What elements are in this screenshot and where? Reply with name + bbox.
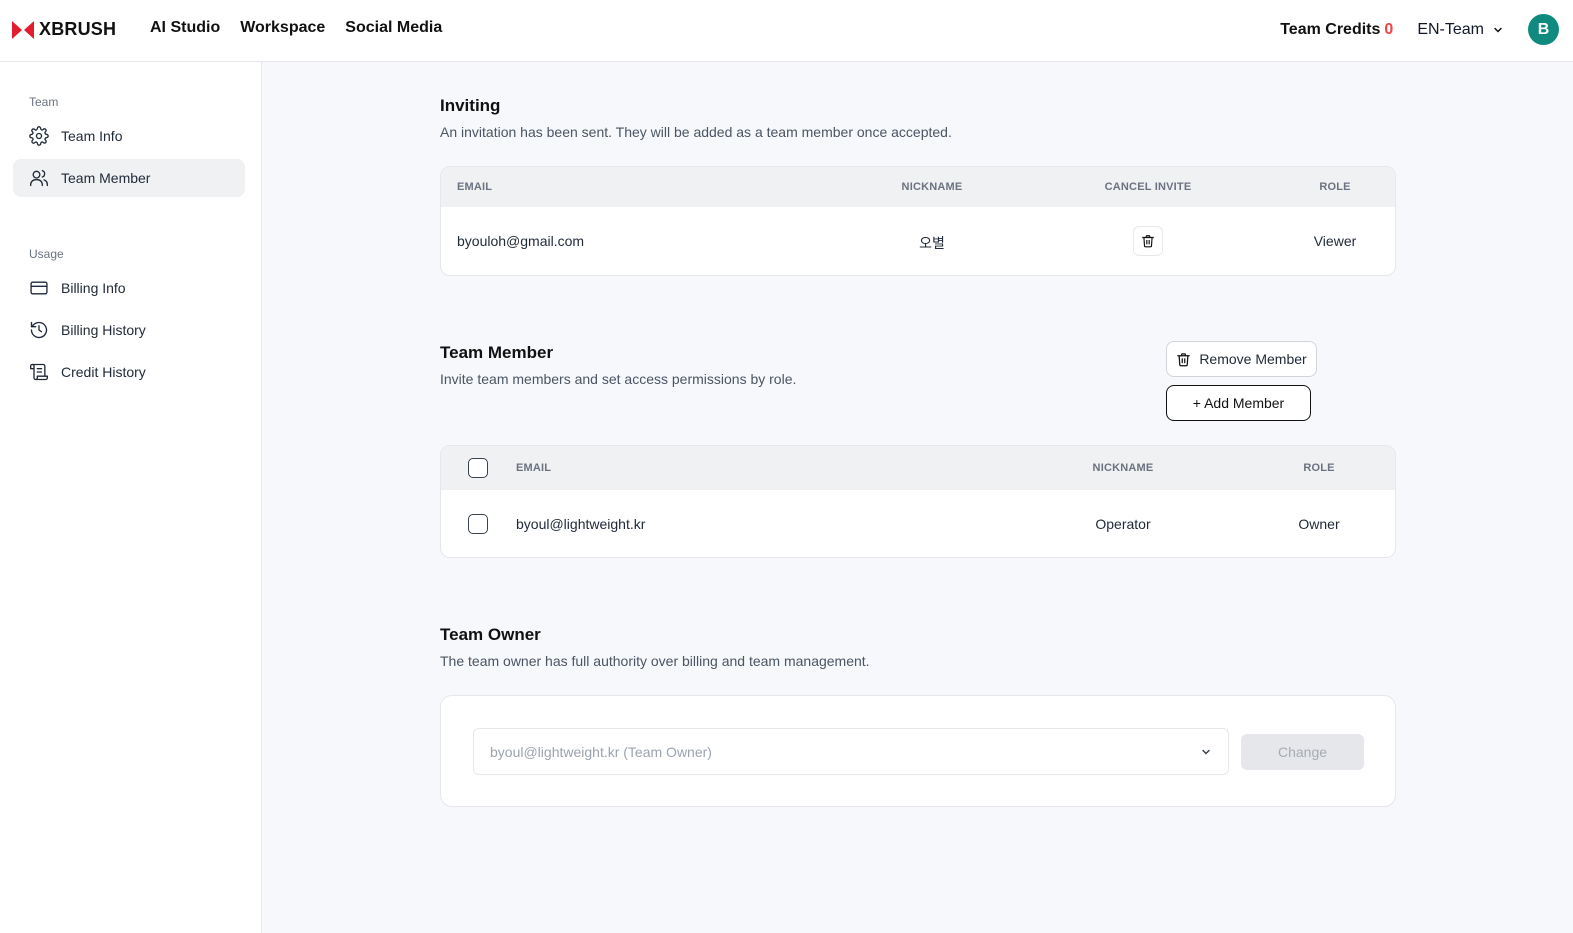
sidebar-item-billing-history[interactable]: Billing History: [13, 311, 245, 349]
team-credits: Team Credits 0: [1280, 21, 1393, 39]
sidebar-group-team: Team: [29, 95, 59, 109]
nav-ai-studio[interactable]: AI Studio: [150, 19, 220, 37]
team-member-description: Invite team members and set access permi…: [440, 371, 797, 387]
table-header: EMAIL NICKNAME ROLE: [441, 446, 1395, 490]
sidebar-item-label: Billing Info: [61, 280, 126, 296]
nav-social-media[interactable]: Social Media: [345, 19, 442, 37]
trash-icon: [1142, 235, 1154, 248]
add-member-button[interactable]: + Add Member: [1166, 385, 1311, 421]
column-email: EMAIL: [457, 181, 493, 193]
remove-member-label: Remove Member: [1199, 351, 1307, 367]
team-member-table: EMAIL NICKNAME ROLE byoul@lightweight.kr…: [440, 445, 1396, 558]
nav-right: Team Credits 0 EN-Team B: [1280, 14, 1559, 45]
sidebar-item-billing-info[interactable]: Billing Info: [13, 269, 245, 307]
team-owner-card: byoul@lightweight.kr (Team Owner) Change: [440, 695, 1396, 807]
sidebar-item-label: Billing History: [61, 322, 146, 338]
member-email: byoul@lightweight.kr: [516, 516, 646, 532]
invite-role: Viewer: [1313, 233, 1357, 249]
inviting-description: An invitation has been sent. They will b…: [440, 124, 952, 140]
team-credits-label: Team Credits: [1280, 20, 1381, 38]
history-icon: [30, 321, 48, 339]
member-nickname: Operator: [1095, 516, 1151, 532]
chevron-down-icon: [1494, 27, 1502, 33]
sidebar-item-label: Team Info: [61, 128, 123, 144]
chevron-down-icon: [1202, 749, 1210, 755]
column-role: ROLE: [1303, 462, 1335, 474]
row-checkbox[interactable]: [468, 514, 488, 534]
trash-icon: [1177, 352, 1191, 366]
sidebar-group-usage: Usage: [29, 247, 64, 261]
brand-logo[interactable]: XBRUSH: [12, 19, 116, 40]
team-name: EN-Team: [1417, 20, 1484, 38]
main-content: Inviting An invitation has been sent. Th…: [262, 62, 1573, 933]
team-owner-description: The team owner has full authority over b…: [440, 653, 870, 669]
scroll-icon: [30, 363, 48, 381]
column-role: ROLE: [1319, 181, 1351, 193]
member-role: Owner: [1298, 516, 1340, 532]
invite-email: byouloh@gmail.com: [457, 233, 585, 249]
main-nav: AI Studio Workspace Social Media: [150, 19, 442, 37]
sidebar-item-team-member[interactable]: Team Member: [13, 159, 245, 197]
users-icon: [30, 170, 49, 187]
team-owner-select[interactable]: byoul@lightweight.kr (Team Owner): [473, 728, 1229, 775]
sidebar-item-label: Credit History: [61, 364, 146, 380]
nav-workspace[interactable]: Workspace: [240, 19, 325, 37]
team-credits-value: 0: [1384, 20, 1394, 38]
team-owner-title: Team Owner: [440, 625, 541, 644]
column-nickname: NICKNAME: [1092, 462, 1154, 474]
sidebar: Team Team Info Team Member Usage Billing…: [0, 62, 262, 933]
brand-name: XBRUSH: [39, 19, 117, 39]
top-navigation: XBRUSH AI Studio Workspace Social Media …: [0, 0, 1573, 62]
credit-card-icon: [30, 281, 48, 295]
invite-nickname: 오별: [919, 235, 945, 251]
sidebar-item-team-info[interactable]: Team Info: [13, 117, 245, 155]
table-header: EMAIL NICKNAME CANCEL INVITE ROLE: [441, 167, 1395, 207]
change-owner-button[interactable]: Change: [1241, 734, 1364, 770]
gear-icon: [29, 126, 49, 146]
column-email: EMAIL: [516, 462, 552, 474]
sidebar-item-label: Team Member: [61, 170, 151, 186]
avatar[interactable]: B: [1528, 14, 1559, 45]
xbrush-logo-icon: [12, 20, 34, 39]
inviting-table: EMAIL NICKNAME CANCEL INVITE ROLE byoulo…: [440, 166, 1396, 276]
column-nickname: NICKNAME: [901, 181, 963, 193]
column-cancel-invite: CANCEL INVITE: [1104, 181, 1192, 193]
team-owner-selected-value: byoul@lightweight.kr (Team Owner): [490, 743, 712, 760]
cancel-invite-button[interactable]: [1133, 226, 1163, 256]
inviting-title: Inviting: [440, 96, 501, 115]
team-selector[interactable]: EN-Team: [1417, 21, 1504, 39]
sidebar-item-credit-history[interactable]: Credit History: [13, 353, 245, 391]
team-member-title: Team Member: [440, 343, 554, 362]
select-all-checkbox[interactable]: [468, 458, 488, 478]
remove-member-button[interactable]: Remove Member: [1166, 341, 1317, 377]
